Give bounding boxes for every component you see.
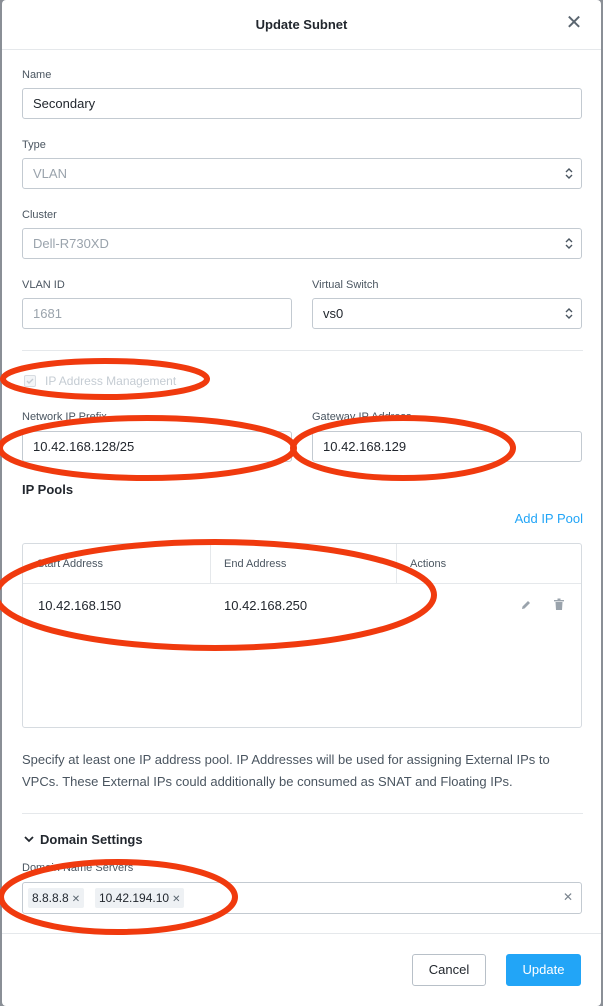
virtual-switch-label: Virtual Switch bbox=[312, 279, 379, 291]
dns-tag-label: 8.8.8.8 bbox=[32, 891, 69, 905]
gateway-ip-label: Gateway IP Address bbox=[312, 411, 412, 423]
dns-servers-input[interactable]: 8.8.8.8 ✕ 10.42.194.10 ✕ ✕ bbox=[22, 882, 582, 914]
network-ip-value: 10.42.168.128/25 bbox=[33, 439, 135, 454]
network-ip-input[interactable]: 10.42.168.128/25 bbox=[22, 431, 292, 462]
remove-tag-icon[interactable]: ✕ bbox=[72, 894, 80, 905]
network-ip-label: Network IP Prefix bbox=[22, 411, 107, 423]
dns-label: Domain Name Servers bbox=[22, 862, 134, 874]
cluster-value: Dell-R730XD bbox=[33, 236, 109, 251]
vlan-id-label: VLAN ID bbox=[22, 279, 65, 291]
ip-pools-table: Start Address End Address Actions 10.42.… bbox=[22, 543, 582, 728]
column-separator bbox=[210, 544, 211, 584]
column-header-end: End Address bbox=[224, 558, 287, 570]
column-header-start: Start Address bbox=[37, 558, 104, 570]
ipam-label: IP Address Management bbox=[45, 374, 177, 388]
name-label: Name bbox=[22, 69, 52, 81]
table-header: Start Address End Address Actions bbox=[23, 544, 581, 584]
update-button[interactable]: Update bbox=[506, 954, 581, 986]
column-header-actions: Actions bbox=[410, 558, 447, 570]
select-arrows-icon bbox=[565, 168, 573, 179]
cluster-label: Cluster bbox=[22, 209, 57, 221]
dialog-title: Update Subnet bbox=[255, 17, 348, 32]
virtual-switch-value: vs0 bbox=[323, 306, 344, 321]
cancel-button[interactable]: Cancel bbox=[412, 954, 486, 986]
dialog-footer: Cancel Update bbox=[2, 933, 601, 1006]
type-label: Type bbox=[22, 139, 46, 151]
divider bbox=[22, 350, 583, 351]
edit-icon[interactable] bbox=[520, 599, 532, 611]
divider bbox=[22, 813, 583, 814]
dns-tag: 10.42.194.10 ✕ bbox=[95, 888, 185, 908]
dialog-header: Update Subnet ✕ bbox=[2, 0, 601, 50]
close-icon[interactable]: ✕ bbox=[565, 13, 583, 33]
check-icon bbox=[26, 378, 34, 384]
dns-tag-label: 10.42.194.10 bbox=[99, 891, 170, 905]
ipam-checkbox[interactable] bbox=[24, 375, 36, 387]
vlan-id-placeholder: 1681 bbox=[33, 306, 62, 321]
domain-settings-title[interactable]: Domain Settings bbox=[40, 832, 143, 847]
name-input[interactable]: Secondary bbox=[22, 88, 582, 119]
dns-tag: 8.8.8.8 ✕ bbox=[28, 888, 85, 908]
cluster-select[interactable]: Dell-R730XD bbox=[22, 228, 582, 259]
add-ip-pool-link[interactable]: Add IP Pool bbox=[515, 511, 583, 526]
name-value: Secondary bbox=[33, 96, 96, 111]
type-value: VLAN bbox=[33, 166, 67, 181]
delete-icon[interactable] bbox=[553, 598, 565, 611]
select-arrows-icon bbox=[565, 238, 573, 249]
gateway-ip-value: 10.42.168.129 bbox=[323, 439, 407, 454]
chevron-down-icon[interactable] bbox=[24, 835, 34, 843]
type-select[interactable]: VLAN bbox=[22, 158, 582, 189]
select-arrows-icon bbox=[565, 308, 573, 319]
gateway-ip-input[interactable]: 10.42.168.129 bbox=[312, 431, 582, 462]
vlan-id-input[interactable]: 1681 bbox=[22, 298, 292, 329]
remove-tag-icon[interactable]: ✕ bbox=[172, 894, 180, 905]
column-separator bbox=[396, 544, 397, 584]
pool-start-address: 10.42.168.150 bbox=[38, 598, 122, 613]
ip-pools-title: IP Pools bbox=[22, 482, 74, 497]
virtual-switch-select[interactable]: vs0 bbox=[312, 298, 582, 329]
update-subnet-dialog: Update Subnet ✕ Name Secondary Type VLAN… bbox=[2, 0, 601, 1006]
clear-all-icon[interactable]: ✕ bbox=[563, 890, 573, 904]
pool-end-address: 10.42.168.250 bbox=[224, 598, 308, 613]
ip-pool-help-text: Specify at least one IP address pool. IP… bbox=[22, 752, 550, 789]
